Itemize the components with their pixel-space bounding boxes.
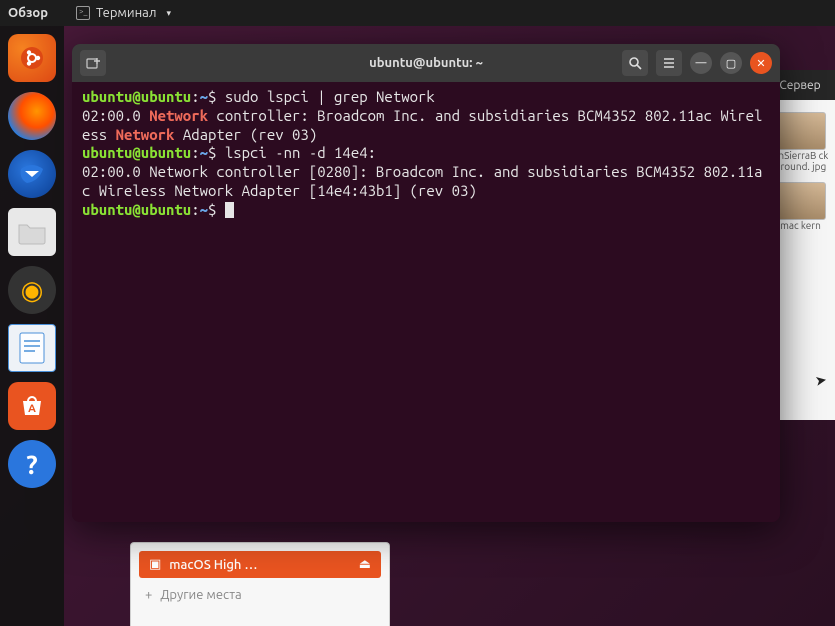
hamburger-icon xyxy=(662,56,676,70)
help-icon: ? xyxy=(26,450,37,479)
dock-firefox[interactable] xyxy=(8,92,56,140)
dock-help[interactable]: ? xyxy=(8,440,56,488)
plus-icon: + xyxy=(145,588,152,602)
search-button[interactable] xyxy=(622,50,648,76)
minimize-icon: — xyxy=(696,57,707,69)
image-thumbnail-icon xyxy=(776,112,826,150)
dock-ubuntu-software[interactable]: A xyxy=(8,382,56,430)
terminal-icon xyxy=(76,6,90,20)
filemanager-tab-label: Сервер xyxy=(779,79,820,92)
terminal-titlebar[interactable]: ubuntu@ubuntu: ~ — ▢ ✕ xyxy=(72,44,780,82)
grep-match: Network xyxy=(149,107,208,124)
thunderbird-icon xyxy=(17,159,47,189)
activities-button[interactable]: Обзор xyxy=(8,6,48,20)
files-sidebar-peek: ▣ macOS High … ⏏ + Другие места xyxy=(130,542,390,626)
sidebar-item-label: Другие места xyxy=(160,588,241,602)
prompt-path: ~ xyxy=(200,88,208,105)
new-tab-icon xyxy=(85,55,101,71)
search-icon xyxy=(628,56,642,70)
minimize-button[interactable]: — xyxy=(690,52,712,74)
prompt-path: ~ xyxy=(200,201,208,218)
terminal-command: sudo lspci | grep Network xyxy=(225,88,435,105)
folder-icon xyxy=(17,219,47,245)
close-icon: ✕ xyxy=(756,57,765,70)
prompt-user: ubuntu@ubuntu xyxy=(82,88,191,105)
ubuntu-logo-icon xyxy=(20,46,44,70)
dock-rhythmbox[interactable]: ◉ xyxy=(8,266,56,314)
dock-show-applications[interactable] xyxy=(8,34,56,82)
top-panel: Обзор Терминал ▾ xyxy=(0,0,835,26)
terminal-command: lspci -nn -d 14e4: xyxy=(225,144,376,161)
terminal-cursor xyxy=(225,202,234,218)
close-button[interactable]: ✕ xyxy=(750,52,772,74)
dock-files[interactable] xyxy=(8,208,56,256)
chevron-down-icon: ▾ xyxy=(166,8,171,19)
sidebar-item-usb[interactable]: ▣ macOS High … ⏏ xyxy=(139,551,381,578)
sidebar-item-other-places[interactable]: + Другие места xyxy=(131,582,389,608)
svg-text:A: A xyxy=(28,403,36,415)
grep-match: Network xyxy=(116,126,175,143)
prompt-user: ubuntu@ubuntu xyxy=(82,144,191,161)
terminal-line: Adapter (rev 03) xyxy=(174,126,317,143)
window-title: ubuntu@ubuntu: ~ xyxy=(369,56,483,70)
speaker-icon: ◉ xyxy=(21,275,44,306)
terminal-window: ubuntu@ubuntu: ~ — ▢ ✕ ubuntu@ubuntu:~$ … xyxy=(72,44,780,522)
new-tab-button[interactable] xyxy=(80,50,106,76)
dock-libreoffice-writer[interactable] xyxy=(8,324,56,372)
dock-thunderbird[interactable] xyxy=(8,150,56,198)
prompt-user: ubuntu@ubuntu xyxy=(82,201,191,218)
terminal-line: 02:00.0 Network controller [0280]: Broad… xyxy=(82,163,762,199)
active-app-label: Терминал xyxy=(96,6,156,20)
eject-icon[interactable]: ⏏ xyxy=(359,557,371,572)
document-icon xyxy=(17,331,47,365)
shopping-bag-icon: A xyxy=(17,391,47,421)
dock: ◉ A ? xyxy=(0,26,64,626)
maximize-icon: ▢ xyxy=(726,57,736,70)
maximize-button[interactable]: ▢ xyxy=(720,52,742,74)
image-thumbnail-icon xyxy=(776,182,826,220)
hamburger-menu-button[interactable] xyxy=(656,50,682,76)
terminal-line: 02:00.0 xyxy=(82,107,149,124)
usb-icon: ▣ xyxy=(149,557,161,572)
sidebar-item-label: macOS High … xyxy=(169,558,257,572)
active-app-menu[interactable]: Терминал ▾ xyxy=(76,6,171,20)
prompt-path: ~ xyxy=(200,144,208,161)
terminal-output[interactable]: ubuntu@ubuntu:~$ sudo lspci | grep Netwo… xyxy=(72,82,780,522)
